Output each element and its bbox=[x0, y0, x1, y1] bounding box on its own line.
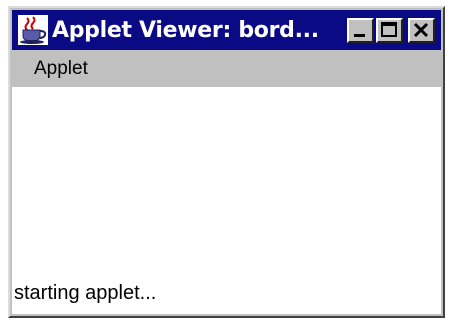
window-title: Applet Viewer: bord... bbox=[52, 17, 319, 43]
status-text: starting applet... bbox=[14, 282, 157, 304]
applet-viewer-window: Applet Viewer: bord... Applet starting a… bbox=[8, 6, 445, 318]
minimize-button[interactable] bbox=[347, 17, 374, 43]
close-button[interactable] bbox=[408, 17, 435, 43]
title-bar[interactable]: Applet Viewer: bord... bbox=[12, 10, 441, 50]
java-cup-icon[interactable] bbox=[18, 15, 48, 45]
status-bar: starting applet... bbox=[12, 273, 441, 314]
applet-canvas[interactable] bbox=[12, 87, 441, 273]
menu-bar: Applet bbox=[12, 52, 441, 86]
maximize-icon bbox=[381, 21, 397, 37]
maximize-button[interactable] bbox=[376, 17, 403, 43]
minimize-icon bbox=[354, 33, 365, 37]
close-icon bbox=[413, 22, 429, 37]
menu-item-applet[interactable]: Applet bbox=[30, 56, 92, 82]
